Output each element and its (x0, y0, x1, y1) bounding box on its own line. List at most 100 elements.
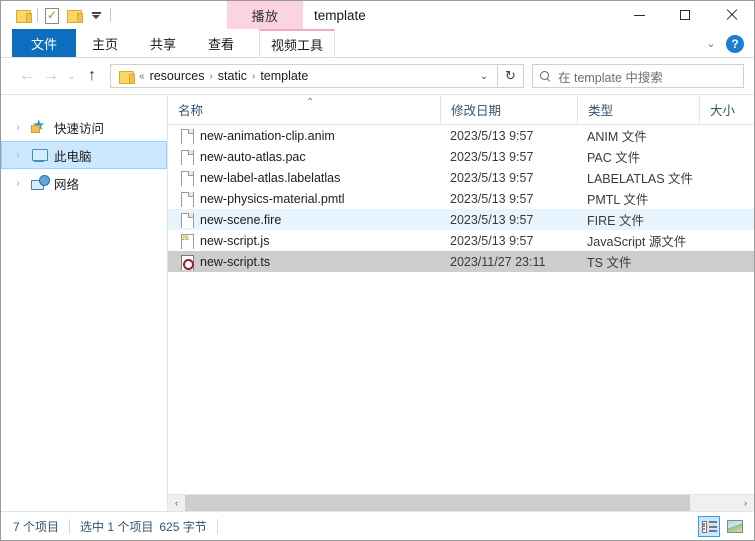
sidebar-item-this-pc[interactable]: › 此电脑 (1, 141, 167, 169)
table-row[interactable]: new-auto-atlas.pac 2023/5/13 9:57 PAC 文件 (168, 146, 754, 167)
scrollbar-track[interactable] (185, 495, 737, 511)
file-name-cell: new-script.ts (168, 254, 440, 270)
generic-file-icon (180, 149, 194, 165)
file-explorer-window: 播放 template 文件 主页 共享 查看 视频工具 ⌄ ? ← → ⌄ ↑… (0, 0, 755, 541)
forward-button[interactable]: → (39, 64, 63, 88)
horizontal-scrollbar[interactable]: ‹ › (168, 494, 754, 511)
file-date-cell: 2023/5/13 9:57 (450, 128, 534, 143)
file-type-cell: LABELATLAS 文件 (587, 172, 694, 186)
ribbon-tab-bar: 文件 主页 共享 查看 视频工具 ⌄ ? (1, 29, 754, 58)
qat-folder-properties-button[interactable] (12, 4, 34, 26)
qat-customize-button[interactable] (85, 4, 107, 26)
scroll-right-button[interactable]: › (737, 495, 754, 511)
tab-video-tools[interactable]: 视频工具 (259, 29, 336, 57)
tab-file[interactable]: 文件 (12, 29, 77, 57)
address-dropdown-icon[interactable]: ⌄ (473, 71, 495, 82)
column-header-row: 名称 ⌃ 修改日期 类型 大小 (168, 94, 754, 125)
status-bar: 7 个项目 选中 1 个项目 625 字节 (1, 511, 754, 540)
file-type-cell: PAC 文件 (587, 151, 641, 165)
column-header-label: 修改日期 (451, 104, 502, 118)
search-icon (540, 70, 551, 82)
column-header-size[interactable]: 大小 (699, 94, 754, 125)
large-icons-view-button[interactable] (724, 516, 746, 537)
file-name-label: new-physics-material.pmtl (200, 191, 345, 206)
details-view-button[interactable] (698, 516, 720, 537)
file-date-cell: 2023/5/13 9:57 (450, 149, 534, 164)
table-row[interactable]: new-script.ts 2023/11/27 23:11 TS 文件 (168, 251, 754, 272)
file-type-cell: JavaScript 源文件 (587, 235, 687, 249)
recent-locations-button[interactable]: ⌄ (63, 64, 80, 88)
tab-home[interactable]: 主页 (76, 29, 134, 57)
address-field[interactable]: « resources › static › template ⌄ (110, 64, 498, 88)
breadcrumb-item-static[interactable]: static (214, 69, 251, 83)
table-row[interactable]: new-physics-material.pmtl 2023/5/13 9:57… (168, 188, 754, 209)
file-name-label: new-scene.fire (200, 212, 282, 227)
star-icon (31, 116, 48, 136)
sidebar-item-label: 快速访问 (54, 121, 105, 136)
status-selection-info: 选中 1 个项目 625 字节 (80, 518, 218, 534)
generic-file-icon (180, 170, 194, 186)
breadcrumb-item-template[interactable]: template (256, 69, 312, 83)
file-name-cell: new-animation-clip.anim (168, 128, 440, 144)
minimize-button[interactable] (616, 1, 662, 29)
back-button[interactable]: ← (15, 64, 39, 88)
qat-new-folder-check-button[interactable] (41, 4, 63, 26)
generic-file-icon (180, 212, 194, 228)
refresh-button[interactable]: ↻ (498, 64, 524, 88)
qat-folder-button[interactable] (63, 4, 85, 26)
file-list[interactable]: new-animation-clip.anim 2023/5/13 9:57 A… (168, 125, 754, 494)
status-selection-count: 选中 1 个项目 (80, 519, 154, 534)
maximize-button[interactable] (662, 1, 708, 29)
file-name-cell: new-scene.fire (168, 212, 440, 228)
qat-separator (37, 8, 38, 22)
chevron-right-icon[interactable]: › (11, 178, 25, 189)
search-input[interactable]: 在 template 中搜索 (532, 64, 744, 88)
caret-down-icon (91, 11, 101, 19)
folder-icon (66, 9, 83, 23)
computer-icon (31, 147, 48, 164)
window-title: template (314, 7, 366, 23)
close-button[interactable] (708, 1, 754, 29)
tab-share[interactable]: 共享 (134, 29, 192, 57)
chevron-right-icon[interactable]: › (11, 122, 25, 133)
file-name-label: new-script.ts (200, 254, 271, 269)
table-row[interactable]: new-animation-clip.anim 2023/5/13 9:57 A… (168, 125, 754, 146)
generic-file-icon (180, 191, 194, 207)
contextual-tab-play[interactable]: 播放 (227, 1, 303, 29)
table-row[interactable]: new-script.js 2023/5/13 9:57 JavaScript … (168, 230, 754, 251)
file-date-cell: 2023/5/13 9:57 (450, 191, 534, 206)
scrollbar-thumb[interactable] (185, 495, 691, 511)
sidebar-item-label: 网络 (54, 177, 80, 192)
help-button[interactable]: ? (726, 34, 744, 53)
file-type-cell: TS 文件 (587, 256, 632, 270)
column-header-label: 类型 (588, 104, 614, 118)
sidebar-item-network[interactable]: › 网络 (1, 169, 167, 197)
tab-view[interactable]: 查看 (192, 29, 250, 57)
up-button[interactable]: ↑ (80, 64, 104, 88)
file-name-cell: new-auto-atlas.pac (168, 149, 440, 165)
file-type-cell: PMTL 文件 (587, 193, 649, 207)
column-header-label: 名称 (178, 104, 204, 118)
folder-icon (15, 9, 32, 23)
sort-ascending-icon: ⌃ (306, 96, 315, 108)
view-mode-buttons (698, 516, 746, 537)
ribbon-right-controls: ⌄ ? (700, 29, 750, 58)
window-controls (616, 1, 754, 29)
chevron-right-icon[interactable]: › (11, 150, 25, 161)
sidebar-item-label: 此电脑 (54, 149, 92, 164)
table-row[interactable]: new-label-atlas.labelatlas 2023/5/13 9:5… (168, 167, 754, 188)
explorer-body: › 快速访问 › 此电脑 › 网络 名称 ⌃ (1, 94, 754, 511)
table-row[interactable]: new-scene.fire 2023/5/13 9:57 FIRE 文件 (168, 209, 754, 230)
generic-file-icon (180, 128, 194, 144)
breadcrumb-item-resources[interactable]: resources (146, 69, 209, 83)
file-date-cell: 2023/5/13 9:57 (450, 233, 534, 248)
column-header-name[interactable]: 名称 ⌃ (168, 95, 440, 125)
column-header-date[interactable]: 修改日期 (440, 94, 577, 125)
breadcrumb: « resources › static › template (138, 69, 473, 83)
column-header-type[interactable]: 类型 (577, 94, 699, 125)
sidebar-item-quick-access[interactable]: › 快速访问 (1, 113, 167, 141)
chevron-down-icon[interactable]: ⌄ (700, 33, 722, 55)
scroll-left-button[interactable]: ‹ (168, 495, 185, 511)
details-view-icon (701, 520, 717, 533)
search-placeholder: 在 template 中搜索 (558, 70, 663, 85)
